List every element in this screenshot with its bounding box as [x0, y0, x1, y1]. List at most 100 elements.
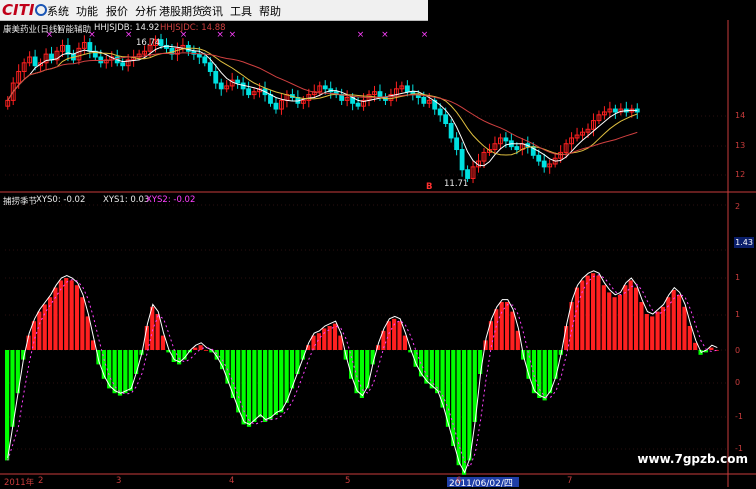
- low-price-marker: 11.71: [444, 179, 469, 189]
- histogram-bar: [85, 316, 90, 350]
- sell-signal-marker: ×: [357, 30, 365, 40]
- bottom-y-tick-1a: 1: [735, 273, 741, 282]
- histogram-bar: [160, 335, 166, 350]
- candle-body: [213, 70, 219, 84]
- menu-item-hk-futures[interactable]: 港股期货: [159, 3, 203, 19]
- x-label-apr: 4: [229, 476, 235, 486]
- menu-item-analysis[interactable]: 分析: [135, 3, 157, 19]
- histogram-bar: [155, 314, 160, 350]
- candlestick-series: [5, 33, 640, 184]
- histogram-bar: [607, 292, 612, 350]
- histogram-bar: [123, 350, 128, 394]
- histogram-bar: [494, 309, 499, 350]
- menu-item-news[interactable]: 资讯: [201, 3, 223, 19]
- histogram-bar: [322, 328, 327, 350]
- histogram-bar: [596, 275, 601, 350]
- menu-item-help[interactable]: 帮助: [259, 3, 281, 19]
- candle-body: [235, 79, 241, 84]
- xys2-label: XYS2: -0.02: [146, 195, 196, 205]
- histogram-bar: [644, 314, 649, 350]
- x-label-jul: 7: [567, 476, 573, 486]
- chart-area[interactable]: × × × × × × × × ×: [0, 20, 756, 487]
- high-price-marker: 16.74: [136, 38, 161, 48]
- candle-body: [273, 102, 279, 110]
- histogram-bar: [693, 342, 698, 350]
- x-label-may: 5: [345, 476, 351, 486]
- histogram-bar: [478, 350, 483, 374]
- logo-ring-icon: [35, 4, 48, 16]
- histogram-bar: [203, 350, 209, 351]
- moving-average-lines: [7, 45, 638, 167]
- candle-body: [87, 42, 93, 52]
- sell-signal-marker: ×: [229, 30, 237, 40]
- buy-signal-marker: B: [426, 182, 433, 192]
- bottom-panel-title: 捕捞季节: [3, 197, 38, 207]
- x-label-2011: 2011年: [4, 478, 35, 488]
- menu-item-system[interactable]: 系统: [47, 3, 69, 19]
- moving-average-line: [7, 52, 638, 156]
- histogram-bar: [435, 350, 440, 394]
- moving-average-line: [7, 45, 638, 167]
- bottom-y-tick-m1a: -1: [735, 412, 743, 421]
- histogram-bar: [628, 280, 633, 350]
- histogram-bar: [542, 350, 547, 401]
- candle-body: [202, 56, 208, 64]
- candle-body: [421, 96, 427, 104]
- histogram-bar: [499, 302, 504, 350]
- histogram-bar: [612, 297, 617, 350]
- histogram-bar: [37, 311, 42, 350]
- candle-body: [322, 85, 328, 90]
- histogram-bar: [268, 350, 273, 420]
- candle-body: [207, 62, 213, 72]
- hhjsjdb-label: HHJSJDB: 14.92: [94, 23, 160, 33]
- histogram-bar: [467, 350, 472, 461]
- histogram-bar: [117, 350, 123, 396]
- bottom-y-tick-0a: 0: [735, 346, 741, 355]
- histogram-bar: [246, 350, 252, 427]
- histogram-bar: [327, 326, 332, 350]
- histogram-bar: [429, 350, 434, 389]
- bottom-y-tick-2: 2: [735, 202, 741, 211]
- histogram-bar: [590, 273, 596, 350]
- histogram-bar: [64, 278, 69, 350]
- histogram-bar: [601, 285, 606, 350]
- histogram-bar: [402, 335, 407, 350]
- candle-body: [541, 160, 547, 168]
- menu-item-function[interactable]: 功能: [76, 3, 98, 19]
- top-panel-title: 康美药业(日线): [3, 25, 61, 35]
- histogram-bar: [74, 285, 80, 350]
- histogram-bar: [623, 285, 628, 350]
- histogram-bar: [633, 287, 639, 350]
- sell-signal-marker: ×: [421, 30, 429, 40]
- histogram-bar: [510, 311, 515, 350]
- histogram-bar: [574, 287, 580, 350]
- menu-item-quote[interactable]: 报价: [106, 3, 128, 19]
- candle-body: [98, 56, 104, 64]
- menu-bar: CITI 系统 功能 报价 分析 港股期货 资讯 工具 帮助: [0, 0, 428, 21]
- watermark: www.7gpzb.com: [637, 452, 748, 466]
- current-value-badge: 1.43: [734, 237, 754, 248]
- histogram-bar: [193, 347, 198, 350]
- histogram-bar: [397, 321, 402, 350]
- histogram-bar: [655, 311, 660, 350]
- x-label-mar: 3: [116, 476, 122, 486]
- histogram-bar: [537, 350, 542, 398]
- candle-body: [536, 154, 542, 162]
- histogram-bar: [547, 350, 553, 394]
- histogram-bar: [660, 306, 666, 350]
- histogram-bar: [564, 326, 569, 350]
- histogram-bar: [134, 350, 139, 374]
- moving-average-line: [7, 47, 638, 156]
- top-y-tick-14: 14: [735, 111, 746, 120]
- candle-body: [49, 53, 54, 61]
- histogram-bar: [639, 302, 644, 350]
- menu-item-tools[interactable]: 工具: [230, 3, 252, 19]
- xys0-label: XYS0: -0.02: [36, 195, 86, 205]
- top-y-tick-13: 13: [735, 141, 746, 150]
- app-logo[interactable]: CITI: [2, 1, 48, 19]
- histogram-bar: [58, 280, 63, 350]
- histogram-bar: [5, 350, 10, 461]
- bottom-y-tick-0b: 0: [735, 378, 741, 387]
- histogram-bar: [580, 280, 585, 350]
- candle-body: [404, 85, 410, 93]
